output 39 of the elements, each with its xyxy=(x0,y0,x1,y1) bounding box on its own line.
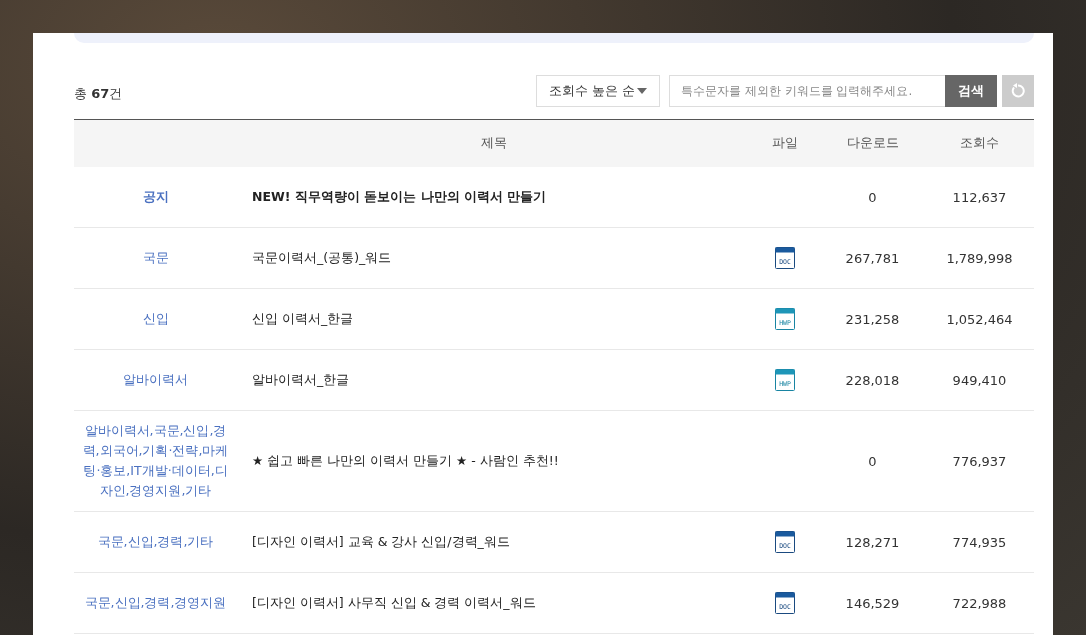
view-count: 949,410 xyxy=(951,372,1008,388)
column-header: 파일 xyxy=(771,135,799,152)
column-header: 조회수 xyxy=(959,135,1000,152)
title-link[interactable]: NEW! 직무역량이 돋보이는 나만의 이력서 만들기 xyxy=(237,188,750,206)
column-header: 다운로드 xyxy=(845,135,900,152)
column-header: 제목 xyxy=(479,135,508,152)
category-link[interactable]: 국문 xyxy=(74,238,237,278)
title-link[interactable]: [디자인 이력서] 사무직 신입 & 경력 이력서_워드 xyxy=(237,594,750,612)
search-field[interactable]: 특수문자를 제외한 키워드를 입력해주세요. xyxy=(669,75,945,107)
view-count: 776,937 xyxy=(951,453,1008,469)
title-link[interactable]: ★ 쉽고 빠른 나만의 이력서 만들기 ★ - 사람인 추천!! xyxy=(237,452,750,470)
category-link[interactable]: 알바이력서 xyxy=(74,360,237,400)
view-count: 1,789,998 xyxy=(945,250,1014,266)
download-count: 0 xyxy=(867,189,878,205)
download-count: 128,271 xyxy=(844,534,901,550)
download-count: 0 xyxy=(867,453,878,469)
category-link[interactable]: 알바이력서,국문,신입,경력,외국어,기획·전략,마케팅·홍보,IT개발·데이터,디자인,경영지원,기타 xyxy=(74,411,237,511)
view-count: 722,988 xyxy=(951,595,1008,611)
category-link[interactable]: 공지 xyxy=(74,177,237,217)
view-count: 1,052,464 xyxy=(945,311,1014,327)
view-count: 774,935 xyxy=(951,534,1008,550)
category-link[interactable]: 신입 xyxy=(74,299,237,339)
download-count: 231,258 xyxy=(844,311,901,327)
total-count: 총 67건 xyxy=(74,85,124,103)
category-link[interactable]: 국문,신입,경력,경영지원 xyxy=(74,583,237,623)
category-link[interactable]: 국문,신입,경력,기타 xyxy=(74,522,237,562)
title-link[interactable]: 국문이력서_(공통)_워드 xyxy=(237,249,750,267)
view-count: 112,637 xyxy=(951,189,1008,205)
refresh-icon xyxy=(1010,83,1026,99)
title-link[interactable]: 알바이력서_한글 xyxy=(237,371,750,389)
download-count: 228,018 xyxy=(844,372,901,388)
title-link[interactable]: [디자인 이력서] 교육 & 강사 신입/경력_워드 xyxy=(237,533,750,551)
caret-icon xyxy=(637,88,647,94)
title-link[interactable]: 신입 이력서_한글 xyxy=(237,310,750,328)
refresh-button[interactable] xyxy=(1002,75,1034,107)
download-count: 146,529 xyxy=(844,595,901,611)
sort-dropdown[interactable]: 조회수 높은 순 xyxy=(536,75,660,107)
search-button[interactable]: 검색 xyxy=(945,75,997,107)
download-count: 267,781 xyxy=(844,250,901,266)
